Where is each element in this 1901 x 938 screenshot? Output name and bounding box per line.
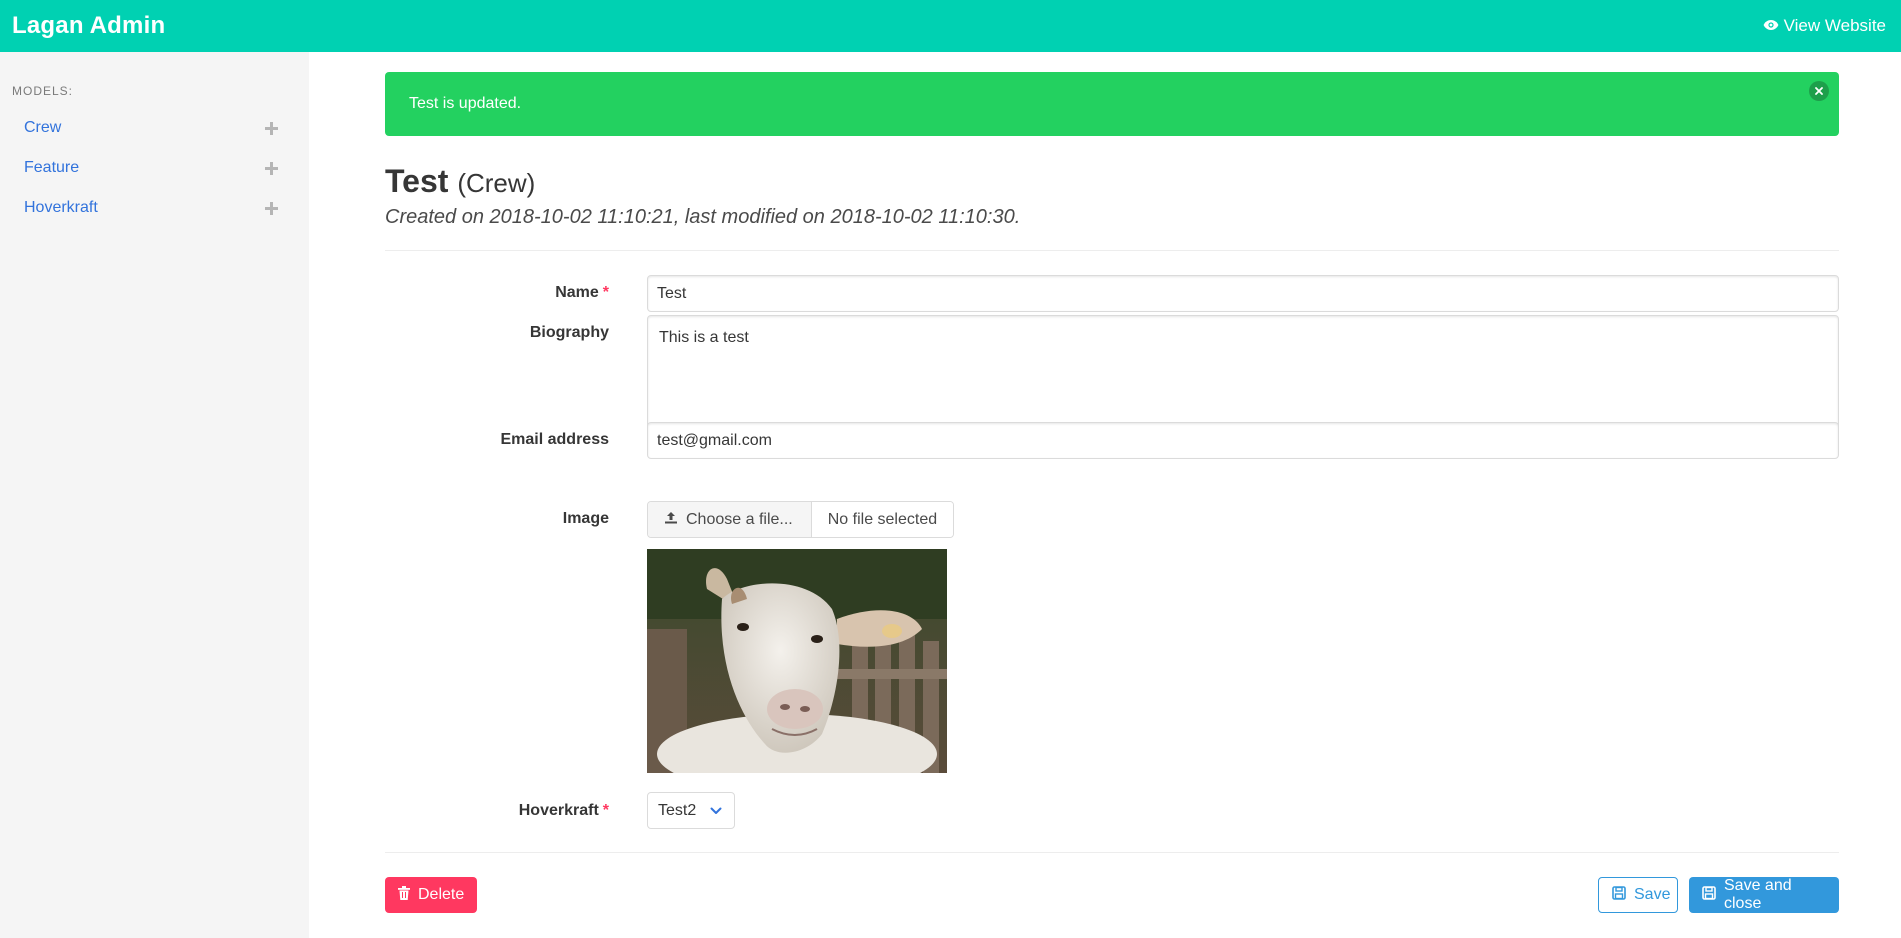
delete-label: Delete: [418, 886, 465, 903]
sidebar-item-label[interactable]: Hoverkraft: [24, 199, 98, 217]
divider: [385, 852, 1839, 853]
email-label: Email address: [500, 431, 610, 448]
required-marker: *: [602, 802, 609, 819]
save-icon: [1612, 885, 1626, 905]
save-button[interactable]: Save: [1598, 877, 1678, 913]
menu-label-models: MODELS:: [12, 84, 74, 98]
save-and-close-label: Save and close: [1724, 877, 1792, 912]
sidebar-item-label[interactable]: Feature: [24, 159, 79, 177]
sidebar-item-crew[interactable]: Crew: [0, 108, 309, 148]
hoverkraft-selected-value: Test2: [658, 801, 697, 819]
page-subtitle: Created on 2018-10-02 11:10:21, last mod…: [385, 206, 1021, 228]
save-label: Save: [1634, 886, 1671, 903]
brand-title[interactable]: Lagan Admin: [12, 12, 165, 40]
page-header: Test (Crew) Created on 2018-10-02 11:10:…: [385, 160, 1020, 229]
delete-button[interactable]: Delete: [385, 877, 477, 913]
image-label: Image: [562, 510, 609, 527]
name-label: Name *: [555, 284, 609, 302]
sidebar-item-feature[interactable]: Feature: [0, 148, 309, 188]
required-marker: *: [602, 284, 609, 301]
eye-icon: [1763, 16, 1779, 36]
file-name: No file selected: [811, 502, 954, 537]
image-file-input[interactable]: Choose a file... No file selected: [647, 501, 955, 538]
email-field[interactable]: [647, 422, 1839, 459]
hoverkraft-label: Hoverkraft *: [519, 802, 609, 820]
view-website-label: View Website: [1783, 16, 1886, 35]
close-icon[interactable]: [1809, 81, 1829, 101]
sidebar: MODELS: Crew Feature Hoverkraft: [0, 52, 309, 938]
sidebar-item-label[interactable]: Crew: [24, 119, 61, 137]
plus-icon[interactable]: [265, 161, 278, 175]
image-preview: [647, 549, 947, 773]
success-notification: Test is updated.: [385, 72, 1839, 136]
save-icon: [1702, 885, 1716, 905]
notification-message: Test is updated.: [409, 95, 522, 112]
biography-field[interactable]: This is a test: [647, 315, 1839, 433]
chevron-down-icon: [710, 802, 722, 820]
name-label-text: Name: [555, 284, 599, 301]
sidebar-item-hoverkraft[interactable]: Hoverkraft: [0, 188, 309, 228]
save-and-close-button[interactable]: Save and close: [1689, 877, 1839, 913]
choose-file-label: Choose a file...: [686, 510, 793, 528]
name-field[interactable]: [647, 275, 1839, 312]
hoverkraft-label-text: Hoverkraft: [518, 802, 599, 819]
trash-icon: [398, 885, 410, 905]
model-name: (Crew): [457, 168, 536, 198]
biography-label: Biography: [529, 324, 609, 341]
plus-icon[interactable]: [265, 201, 278, 215]
view-website-link[interactable]: View Website: [1763, 16, 1886, 36]
page-title: Test (Crew): [385, 160, 1020, 204]
top-navbar: Lagan Admin View Website: [0, 0, 1901, 52]
choose-file-button[interactable]: Choose a file...: [648, 502, 812, 537]
upload-icon: [664, 511, 678, 529]
hoverkraft-select[interactable]: Test2: [647, 792, 735, 829]
plus-icon[interactable]: [265, 121, 278, 135]
divider: [385, 250, 1839, 251]
record-title: Test: [385, 163, 449, 199]
